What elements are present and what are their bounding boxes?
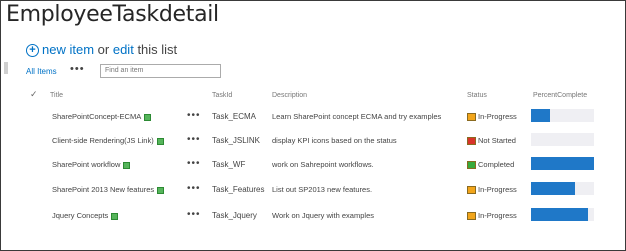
taskid-cell: Task_Features: [212, 185, 265, 194]
in-progress-icon: [467, 113, 476, 122]
table-row[interactable]: SharePoint 2013 New features ••• Task_Feat…: [0, 182, 626, 209]
taskid-cell: Task_WF: [212, 160, 246, 169]
more-views-icon[interactable]: •••: [70, 63, 85, 75]
item-title-link[interactable]: SharePointConcept-ECMA: [52, 112, 152, 121]
left-edge-marker: [4, 62, 8, 74]
in-progress-icon: [467, 212, 476, 221]
new-item-toolbar: + new item or edit this list: [26, 42, 178, 58]
description-cell: work on Sahrepoint workflows.: [272, 160, 374, 169]
status-label: In-Progress: [478, 211, 517, 220]
status-cell: Completed: [467, 160, 515, 170]
select-all-checkmark-icon[interactable]: ✓: [30, 89, 38, 100]
percent-complete-bar: [531, 133, 594, 146]
search-input[interactable]: Find an item: [100, 64, 221, 78]
item-menu-icon[interactable]: •••: [187, 110, 201, 121]
column-header-description[interactable]: Description: [272, 92, 307, 99]
column-header-taskid[interactable]: TaskId: [212, 92, 232, 99]
view-all-items[interactable]: All Items: [26, 67, 57, 76]
status-cell: In-Progress: [467, 185, 517, 195]
status-label: In-Progress: [478, 112, 517, 121]
percent-complete-bar: [531, 109, 594, 122]
description-cell: List out SP2013 new features.: [272, 185, 373, 194]
percent-complete-fill: [531, 182, 576, 195]
item-title-link[interactable]: Jquery Concepts: [52, 211, 119, 220]
item-menu-icon[interactable]: •••: [187, 134, 201, 145]
this-list-text: this list: [137, 42, 178, 57]
status-cell: In-Progress: [467, 112, 517, 122]
completed-icon: [467, 161, 476, 170]
new-item-link[interactable]: new item: [42, 42, 94, 57]
description-cell: Work on Jquery with examples: [272, 211, 374, 220]
new-item-badge-icon: [156, 137, 164, 145]
taskid-cell: Task_JSLINK: [212, 136, 261, 145]
item-title-link[interactable]: SharePoint workflow: [52, 160, 131, 169]
edit-list-link[interactable]: edit: [113, 42, 134, 57]
column-header-title[interactable]: Title: [50, 92, 63, 99]
item-menu-icon[interactable]: •••: [187, 158, 201, 169]
not-started-icon: [467, 137, 476, 146]
column-header-percentcomplete[interactable]: PercentComplete: [533, 92, 587, 99]
taskid-cell: Task_ECMA: [212, 112, 257, 121]
page-title: EmployeeTaskdetail: [6, 2, 219, 27]
item-title-link[interactable]: Client-side Rendering(JS Link): [52, 136, 164, 145]
percent-complete-bar: [531, 157, 594, 170]
table-row[interactable]: SharePoint workflow ••• Task_WF work on Sah…: [0, 157, 626, 184]
new-item-badge-icon: [123, 161, 131, 169]
column-header-status[interactable]: Status: [467, 92, 487, 99]
item-title-link[interactable]: SharePoint 2013 New features: [52, 185, 165, 194]
item-menu-icon[interactable]: •••: [187, 183, 201, 194]
description-cell: Learn SharePoint concept ECMA and try ex…: [272, 112, 442, 121]
status-cell: In-Progress: [467, 211, 517, 221]
percent-complete-fill: [531, 157, 594, 170]
taskid-cell: Task_Jquery: [212, 211, 257, 220]
new-item-badge-icon: [111, 212, 119, 220]
percent-complete-bar: [531, 182, 594, 195]
in-progress-icon: [467, 186, 476, 195]
new-item-badge-icon: [157, 186, 165, 194]
percent-complete-bar: [531, 208, 594, 221]
status-cell: Not Started: [467, 136, 516, 146]
status-label: Not Started: [478, 136, 516, 145]
plus-circle-icon[interactable]: +: [26, 44, 39, 58]
status-label: Completed: [478, 160, 515, 169]
percent-complete-fill: [531, 208, 588, 221]
new-item-badge-icon: [144, 113, 152, 121]
or-text: or: [97, 42, 110, 57]
description-cell: display KPI icons based on the status: [272, 136, 397, 145]
table-row[interactable]: Jquery Concepts ••• Task_Jquery Work on Jqu…: [0, 208, 626, 235]
status-label: In-Progress: [478, 185, 517, 194]
item-menu-icon[interactable]: •••: [187, 209, 201, 220]
percent-complete-fill: [531, 109, 550, 122]
